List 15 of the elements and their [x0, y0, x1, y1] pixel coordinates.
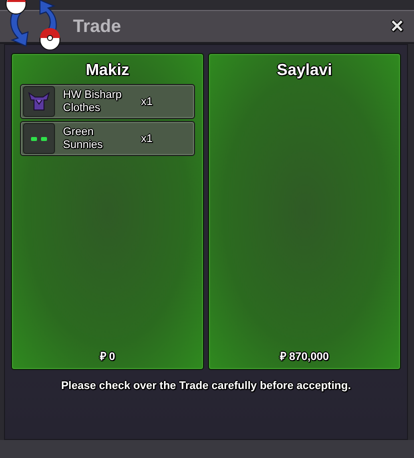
- close-button[interactable]: ✕: [388, 16, 406, 37]
- item-slot[interactable]: HW Bisharp Clothes x1: [20, 84, 195, 119]
- item-name: HW Bisharp Clothes: [63, 88, 123, 114]
- item-name: Green Sunnies: [63, 126, 104, 152]
- trader-name: Makiz: [84, 61, 130, 81]
- money-amount: ₽ 0: [100, 350, 116, 363]
- item-quantity: x1: [141, 132, 153, 144]
- item-slot[interactable]: Green Sunnies x1: [20, 121, 195, 156]
- trader-name: Saylavi: [276, 61, 334, 81]
- notice-text: Please check over the Trade carefully before accepting.: [61, 380, 351, 392]
- window-title: Trade: [73, 16, 122, 37]
- money-amount: ₽ 870,000: [280, 350, 329, 363]
- sunglasses-icon: [31, 136, 47, 142]
- armor-icon: [28, 92, 50, 112]
- item-quantity: x1: [141, 96, 153, 108]
